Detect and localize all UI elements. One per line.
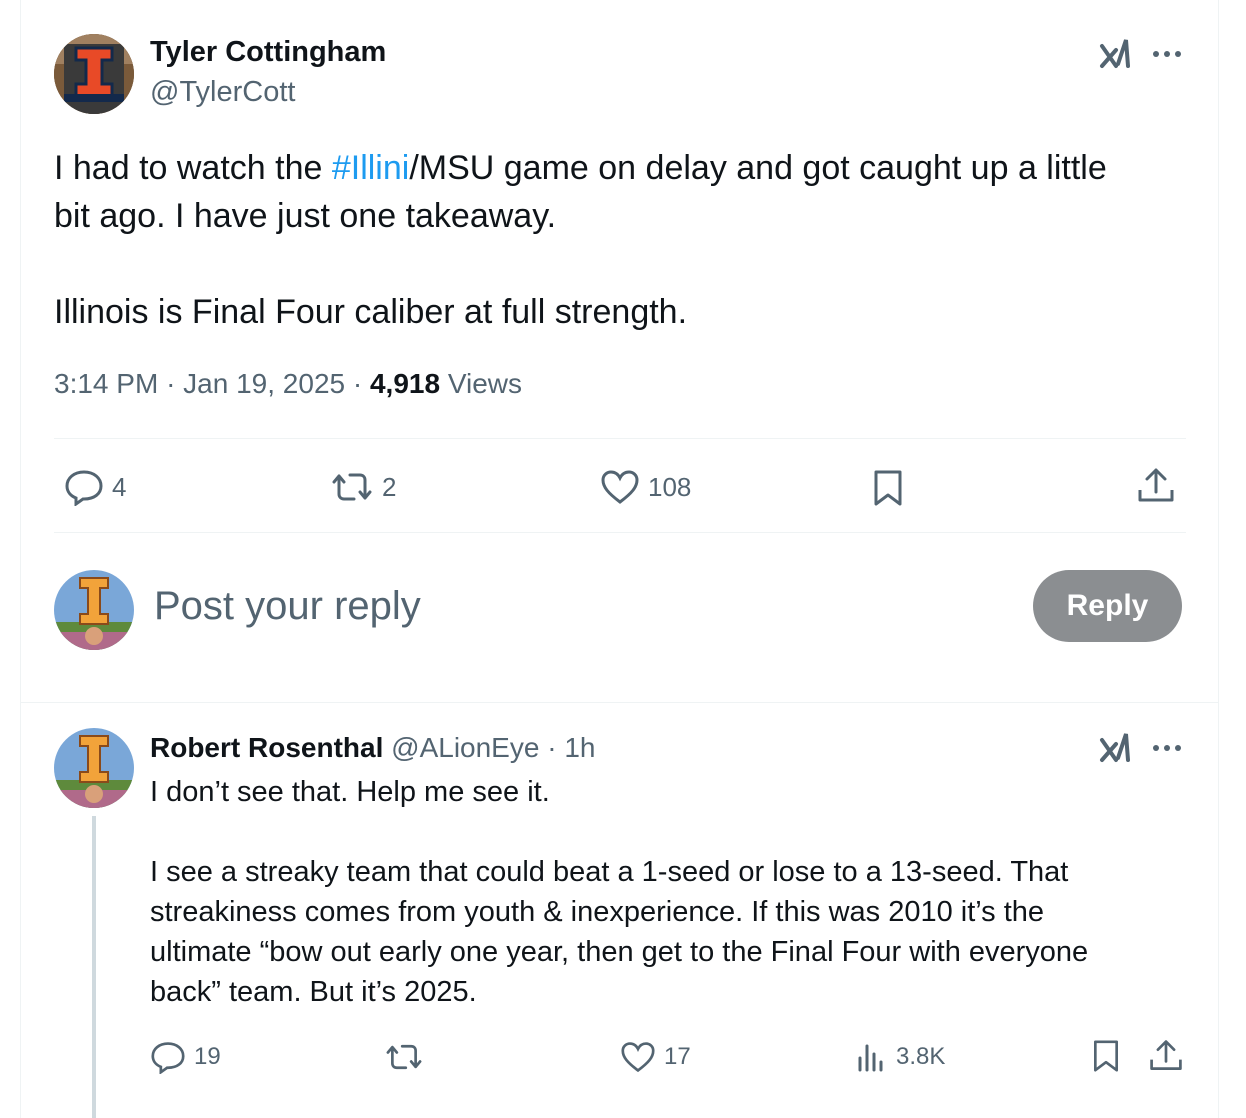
- author-name[interactable]: Tyler Cottingham: [150, 36, 386, 69]
- share-icon: [1138, 468, 1174, 502]
- reply-text: I don’t see that. Help me see it. I see …: [150, 772, 1190, 1012]
- reply-reply-action[interactable]: 19: [150, 1040, 221, 1074]
- post-text: I had to watch the #Illini/MSU game on d…: [54, 144, 1184, 336]
- reply-text-line: ultimate “bow out early one year, then g…: [150, 936, 1089, 968]
- tyler-avatar[interactable]: [54, 34, 134, 114]
- heart-icon: [621, 1042, 655, 1073]
- share-icon: [1150, 1040, 1182, 1070]
- comment-icon: [151, 1042, 185, 1074]
- repost-action[interactable]: 2: [330, 468, 396, 506]
- heart-icon: [601, 470, 639, 504]
- reply-bookmark-action[interactable]: [1090, 1038, 1122, 1074]
- reply-repost-action[interactable]: [384, 1040, 424, 1074]
- reply-header: Robert Rosenthal @ALionEye · 1h: [150, 732, 595, 764]
- like-count: 108: [648, 471, 692, 502]
- reply-author-handle[interactable]: @ALionEye: [391, 732, 539, 763]
- reply-share-action[interactable]: [1148, 1038, 1184, 1074]
- reply-time[interactable]: 1h: [564, 732, 595, 763]
- views-label: Views: [447, 368, 523, 399]
- reply-text-line: back” team. But it’s 2025.: [150, 976, 477, 1008]
- repost-count: 2: [382, 471, 397, 502]
- thread-line: [92, 816, 96, 1118]
- reply-count: 19: [194, 1043, 221, 1070]
- bookmark-action[interactable]: [870, 468, 906, 508]
- reply-text-line: streakiness comes from youth & inexperie…: [150, 896, 1045, 928]
- bookmark-icon: [1094, 1040, 1118, 1072]
- divider: [54, 532, 1186, 533]
- like-count: 17: [664, 1043, 691, 1070]
- post-meta: 3:14 PM · Jan 19, 2025 · 4,918 Views: [54, 368, 522, 400]
- reply-like-action[interactable]: 17: [620, 1040, 691, 1074]
- post-text-line: Illinois is Final Four caliber at full s…: [54, 293, 688, 331]
- post-time[interactable]: 3:14 PM: [54, 368, 158, 399]
- grok-icon[interactable]: [1098, 730, 1132, 769]
- views-count: 3.8K: [896, 1043, 946, 1070]
- section-divider: [21, 702, 1218, 703]
- current-user-avatar[interactable]: [54, 570, 134, 650]
- post-date[interactable]: Jan 19, 2025: [183, 368, 345, 399]
- bookmark-icon: [874, 470, 902, 506]
- post-text-segment: I had to watch the: [54, 149, 332, 187]
- robert-avatar[interactable]: [54, 728, 134, 808]
- comment-icon: [65, 470, 103, 506]
- post-text-segment: /MSU game on delay and got caught up a l…: [409, 149, 1107, 187]
- block-i-avatar-image: [54, 728, 134, 808]
- meta-separator: ·: [352, 368, 363, 399]
- divider: [54, 438, 1186, 439]
- views-count: 4,918: [369, 368, 441, 399]
- illini-logo-avatar-image: [54, 34, 134, 114]
- share-action[interactable]: [1136, 466, 1176, 506]
- analytics-icon: [858, 1044, 883, 1072]
- reply-button[interactable]: Reply: [1033, 570, 1182, 642]
- meta-separator: ·: [166, 368, 176, 399]
- author-handle[interactable]: @TylerCott: [150, 76, 295, 109]
- reply-author-name[interactable]: Robert Rosenthal: [150, 732, 383, 763]
- reply-text-line: I don’t see that. Help me see it.: [150, 776, 550, 808]
- reply-count: 4: [112, 471, 127, 502]
- repost-icon: [386, 1044, 422, 1070]
- reply-input[interactable]: Post your reply: [154, 584, 421, 629]
- post-text-line: bit ago. I have just one takeaway.: [54, 197, 557, 235]
- meta-separator: ·: [547, 732, 557, 763]
- grok-icon[interactable]: [1098, 36, 1132, 75]
- like-action[interactable]: 108: [600, 468, 691, 506]
- more-options-icon[interactable]: [1150, 738, 1184, 763]
- block-i-avatar-image: [54, 570, 134, 650]
- hashtag-link[interactable]: #Illini: [332, 149, 409, 187]
- reply-views-action[interactable]: 3.8K: [856, 1040, 945, 1074]
- reply-text-line: I see a streaky team that could beat a 1…: [150, 856, 1069, 888]
- reply-action[interactable]: 4: [64, 468, 126, 506]
- more-options-icon[interactable]: [1150, 44, 1184, 69]
- repost-icon: [332, 473, 372, 501]
